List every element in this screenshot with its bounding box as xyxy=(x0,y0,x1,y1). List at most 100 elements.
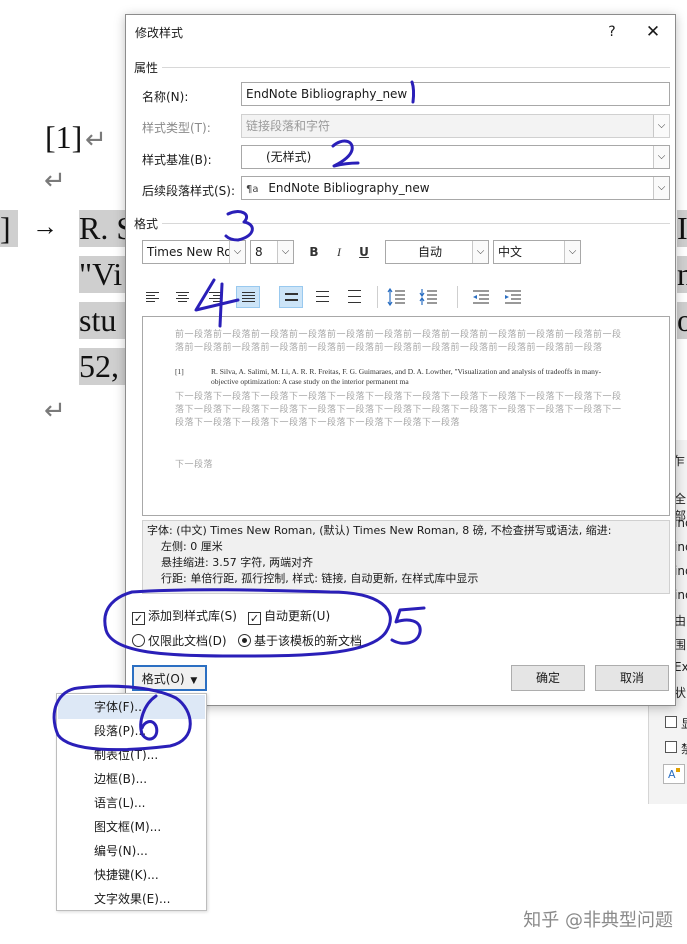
decrease-indent-icon[interactable] xyxy=(469,286,493,308)
double-spacing-icon[interactable] xyxy=(343,286,367,308)
menu-item-frame[interactable]: 图文框(M)... xyxy=(58,815,205,839)
doc-right-clip-3: ot xyxy=(677,302,687,339)
preview-ref-text: R. Silva, A. Salimi, M. Li, A. R. R. Fre… xyxy=(211,367,602,386)
checkmark-icon: ✓ xyxy=(132,612,145,625)
italic-button[interactable]: I xyxy=(328,241,350,263)
paragraph-style-icon: ¶a xyxy=(246,184,259,195)
menu-item-font[interactable]: 字体(F)... xyxy=(58,695,205,719)
align-center-icon[interactable] xyxy=(171,286,195,308)
font-size-select[interactable]: 8 ⌵ xyxy=(250,240,294,264)
chevron-down-icon: ⌵ xyxy=(472,241,488,263)
pilcrow-mark: ↵ xyxy=(85,125,107,155)
style-type-value: 链接段落和字符 xyxy=(246,119,331,133)
chevron-down-icon: ⌵ xyxy=(653,115,669,137)
style-base-label: 样式基准(B): xyxy=(142,153,212,167)
doc-right-clip-2: n xyxy=(677,256,687,293)
divider xyxy=(377,286,378,308)
font-size-value: 8 xyxy=(255,245,263,259)
increase-spacing-icon[interactable] xyxy=(385,286,409,308)
chevron-down-icon: ⌵ xyxy=(653,177,669,199)
next-style-label: 后续段落样式(S): xyxy=(142,184,236,198)
desc-line: 悬挂缩进: 3.57 字符, 两端对齐 xyxy=(161,556,314,569)
pilcrow-mark: ↵ xyxy=(44,396,66,426)
name-label: 名称(N): xyxy=(142,90,189,104)
justify-icon[interactable] xyxy=(236,286,260,308)
increase-indent-icon[interactable] xyxy=(501,286,525,308)
format-section-title: 格式 xyxy=(134,217,159,231)
caret-down-icon: ▼ xyxy=(190,676,198,686)
style-base-value: (无样式) xyxy=(266,150,312,164)
only-this-doc-label: 仅限此文档(D) xyxy=(148,634,227,648)
radio-icon xyxy=(132,634,145,647)
doc-tab-arrow: → xyxy=(32,212,58,241)
menu-item-numbering[interactable]: 编号(N)... xyxy=(58,839,205,863)
menu-item-language[interactable]: 语言(L)... xyxy=(58,791,205,815)
style-description: 字体: (中文) Times New Roman, (默认) Times New… xyxy=(142,520,670,594)
close-button[interactable]: ✕ xyxy=(641,21,665,43)
only-this-doc-radio[interactable]: 仅限此文档(D) xyxy=(132,632,227,649)
new-docs-template-radio[interactable]: 基于该模板的新文档 xyxy=(238,632,362,649)
modify-style-dialog: 修改样式 ? ✕ 属性 名称(N): EndNote Bibliography_… xyxy=(125,14,676,706)
font-color-value: 自动 xyxy=(417,245,442,259)
pilcrow-mark: ↵ xyxy=(44,166,66,196)
menu-item-paragraph[interactable]: 段落(P)... xyxy=(58,719,205,743)
chevron-down-icon: ⌵ xyxy=(277,241,293,263)
divider xyxy=(162,223,670,224)
desc-line: 字体: (中文) Times New Roman, (默认) Times New… xyxy=(147,524,612,537)
preview-ref-number: [1] xyxy=(175,367,184,376)
show-preview-checkbox[interactable] xyxy=(665,716,677,728)
format-dropdown-menu: 字体(F)... 段落(P)... 制表位(T)... 边框(B)... 语言(… xyxy=(56,693,207,911)
desc-line: 行距: 单倍行距, 孤行控制, 样式: 链接, 自动更新, 在样式库中显示 xyxy=(161,572,479,585)
doc-line-1: R. S xyxy=(79,210,135,247)
one-half-spacing-icon[interactable] xyxy=(311,286,335,308)
doc-line-prefix: ] xyxy=(0,210,18,247)
align-right-icon[interactable] xyxy=(204,286,228,308)
format-menu-button[interactable]: 格式(O) ▼ xyxy=(132,665,207,691)
next-style-select[interactable]: ¶a EndNote Bibliography_new ⌵ xyxy=(241,176,670,200)
menu-item-border[interactable]: 边框(B)... xyxy=(58,767,205,791)
font-name-select[interactable]: Times New Roman ⌵ xyxy=(142,240,246,264)
checkmark-icon: ✓ xyxy=(248,612,261,625)
svg-text:A: A xyxy=(668,768,676,781)
properties-section-title: 属性 xyxy=(134,61,159,75)
font-color-select[interactable]: 自动 ⌵ xyxy=(385,240,489,264)
decrease-spacing-icon[interactable] xyxy=(417,286,441,308)
language-select[interactable]: 中文 ⌵ xyxy=(493,240,581,264)
auto-update-checkbox[interactable]: ✓ 自动更新(U) xyxy=(248,607,330,625)
format-button-label: 格式(O) xyxy=(141,672,185,686)
chevron-down-icon: ⌵ xyxy=(229,241,245,263)
doc-right-clip-1: I xyxy=(677,210,687,247)
add-to-gallery-label: 添加到样式库(S) xyxy=(148,609,237,623)
language-value: 中文 xyxy=(498,245,523,259)
doc-line-2: "Vi xyxy=(79,256,125,293)
dialog-titlebar[interactable]: 修改样式 ? ✕ xyxy=(126,15,675,49)
preview-reference: [1] R. Silva, A. Salimi, M. Li, A. R. R.… xyxy=(175,367,635,387)
new-style-icon[interactable]: A xyxy=(663,764,685,784)
menu-item-tabs[interactable]: 制表位(T)... xyxy=(58,743,205,767)
divider xyxy=(457,286,458,308)
desc-line: 左侧: 0 厘米 xyxy=(161,540,223,553)
cancel-button[interactable]: 取消 xyxy=(595,665,669,691)
add-to-gallery-checkbox[interactable]: ✓ 添加到样式库(S) xyxy=(132,607,237,625)
style-preview: 前一段落前一段落前一段落前一段落前一段落前一段落前一段落前一段落前一段落前一段落… xyxy=(142,316,670,516)
menu-item-text-effects[interactable]: 文字效果(E)... xyxy=(58,887,205,911)
style-type-select[interactable]: 链接段落和字符 ⌵ xyxy=(241,114,670,138)
disable-linked-checkbox[interactable] xyxy=(665,741,677,753)
single-spacing-icon[interactable] xyxy=(279,286,303,308)
align-left-icon[interactable] xyxy=(141,286,165,308)
bold-button[interactable]: B xyxy=(303,241,325,263)
doc-line-4: 52, xyxy=(79,348,125,385)
show-preview-label: 显 xyxy=(681,715,687,732)
auto-update-label: 自动更新(U) xyxy=(264,609,331,623)
help-button[interactable]: ? xyxy=(600,21,624,43)
menu-item-shortcut[interactable]: 快捷键(K)... xyxy=(58,863,205,887)
chevron-down-icon: ⌵ xyxy=(653,146,669,168)
radio-selected-icon xyxy=(238,634,251,647)
name-input[interactable]: EndNote Bibliography_new xyxy=(241,82,670,106)
style-base-select[interactable]: (无样式) ⌵ xyxy=(241,145,670,169)
chevron-down-icon: ⌵ xyxy=(564,241,580,263)
underline-button[interactable]: U xyxy=(353,241,375,263)
ok-button[interactable]: 确定 xyxy=(511,665,585,691)
doc-line-3: stu xyxy=(79,302,125,339)
new-docs-template-label: 基于该模板的新文档 xyxy=(254,634,363,648)
